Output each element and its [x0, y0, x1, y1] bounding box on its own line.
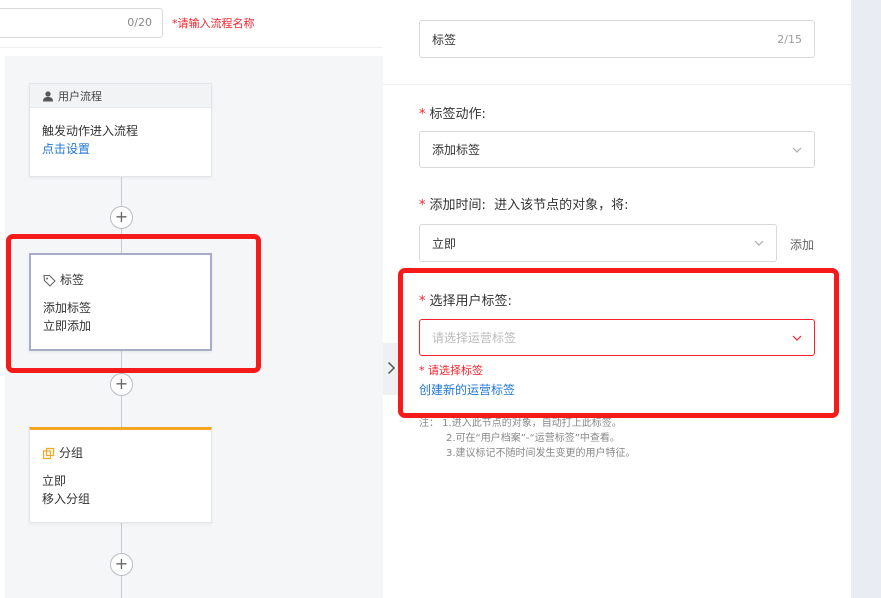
- chevron-right-icon: [387, 361, 396, 378]
- group-node[interactable]: 分组 立即 移入分组: [29, 427, 212, 523]
- user-flow-node-title: 用户流程: [58, 89, 102, 103]
- add-time-suffix: 添加: [790, 238, 815, 252]
- chevron-down-icon: [792, 147, 802, 153]
- group-node-line2: 移入分组: [42, 492, 91, 506]
- add-time-label: * 添加时间: 进入该节点的对象，将:: [419, 198, 629, 213]
- flow-topbar: 0/20 *请输入流程名称: [0, 0, 383, 48]
- flow-name-input[interactable]: 0/20: [0, 8, 163, 38]
- connector-line: [121, 176, 122, 206]
- notes: 注： 1.进入此节点的对象，自动打上此标签。 2.可在“用户档案”-“运营标签”…: [419, 416, 636, 461]
- user-flow-settings-link[interactable]: 点击设置: [42, 140, 199, 158]
- user-flow-node[interactable]: 用户流程 触发动作进入流程 点击设置: [29, 83, 212, 177]
- group-icon: [42, 447, 55, 460]
- group-node-line1: 立即: [42, 474, 67, 488]
- group-node-title: 分组: [59, 446, 84, 460]
- tag-action-value: 添加标签: [432, 143, 481, 157]
- connector-line: [121, 523, 122, 553]
- highlight-box: [398, 268, 839, 418]
- note-line: 注： 1.进入此节点的对象，自动打上此标签。: [419, 418, 622, 429]
- user-flow-node-header: 用户流程: [30, 84, 211, 108]
- flow-name-hint: *请输入流程名称: [172, 17, 255, 30]
- connector-line: [121, 396, 122, 427]
- connector-line: [121, 575, 122, 598]
- note-line: 2.可在“用户档案”-“运营标签”中查看。: [446, 433, 620, 444]
- node-name-input[interactable]: 标签 2/15: [419, 20, 815, 58]
- note-line: 3.建议标记不随时间发生变更的用户特征。: [446, 448, 636, 459]
- tag-action-select[interactable]: 添加标签: [419, 131, 815, 168]
- tag-action-label: * 标签动作:: [419, 107, 486, 122]
- collapse-panel-button[interactable]: [383, 343, 399, 395]
- add-node-button[interactable]: +: [110, 206, 133, 229]
- add-node-button[interactable]: +: [110, 373, 133, 396]
- user-icon: [42, 90, 54, 102]
- node-name-value: 标签: [432, 32, 457, 47]
- user-flow-node-text: 触发动作进入流程: [42, 124, 139, 138]
- add-time-desc: 进入该节点的对象，将:: [494, 198, 629, 213]
- flow-name-counter: 0/20: [127, 16, 152, 29]
- node-name-counter: 2/15: [777, 32, 802, 46]
- chevron-down-icon: [754, 240, 764, 246]
- divider: [383, 84, 851, 85]
- highlight-box: [6, 234, 261, 373]
- add-time-value: 立即: [432, 236, 457, 251]
- add-node-button[interactable]: +: [110, 553, 133, 576]
- scroll-strip: [851, 0, 881, 598]
- add-time-select[interactable]: 立即: [419, 224, 777, 262]
